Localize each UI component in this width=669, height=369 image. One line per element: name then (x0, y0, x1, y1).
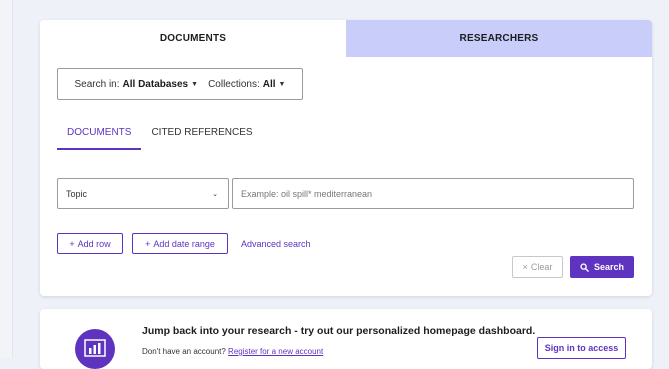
chevron-down-icon: ▼ (278, 80, 286, 88)
add-date-range-button[interactable]: + Add date range (132, 233, 228, 254)
dashboard-icon (75, 329, 115, 369)
sign-in-button[interactable]: Sign in to access (537, 337, 626, 359)
search-input[interactable] (232, 178, 634, 209)
dashboard-promo-banner: Jump back into your research - try out o… (40, 309, 652, 369)
search-icon (580, 262, 589, 272)
clear-label: Clear (530, 262, 553, 272)
tab-researchers[interactable]: RESEARCHERS (346, 20, 652, 57)
search-button[interactable]: Search (570, 256, 634, 278)
collections-label: Collections: (208, 78, 260, 90)
search-field-value: Topic (66, 188, 88, 199)
left-edge-panel (0, 0, 13, 358)
subtab-documents[interactable]: DOCUMENTS (57, 124, 142, 150)
chevron-down-icon: ⌄ (212, 190, 218, 198)
sub-tabs: DOCUMENTS CITED REFERENCES (57, 124, 263, 150)
subtab-cited-references[interactable]: CITED REFERENCES (141, 124, 262, 148)
collections-value: All (262, 78, 276, 90)
chevron-down-icon: ▼ (191, 80, 199, 88)
search-card: DOCUMENTS RESEARCHERS Search in: All Dat… (40, 20, 652, 296)
collections-dropdown[interactable]: Collections: All ▼ (208, 79, 285, 90)
register-link[interactable]: Register for a new account (228, 347, 323, 356)
plus-icon: + (145, 238, 151, 249)
search-in-label: Search in: (74, 78, 120, 90)
add-row-button[interactable]: + Add row (57, 233, 123, 254)
add-row-label: Add row (77, 238, 111, 249)
advanced-search-link[interactable]: Advanced search (241, 239, 311, 249)
search-field-select[interactable]: Topic ⌄ (57, 178, 229, 209)
promo-subtext: Don't have an account? Register for a ne… (142, 347, 323, 356)
clear-button[interactable]: × Clear (512, 256, 563, 278)
database-dropdown[interactable]: Search in: All Databases ▼ (75, 79, 199, 90)
search-in-selector: Search in: All Databases ▼ Collections: … (57, 68, 303, 100)
close-icon: × (522, 262, 528, 272)
promo-title: Jump back into your research - try out o… (142, 325, 536, 337)
top-tabs: DOCUMENTS RESEARCHERS (40, 20, 652, 57)
search-label: Search (593, 262, 625, 272)
tab-documents[interactable]: DOCUMENTS (40, 20, 346, 57)
plus-icon: + (69, 238, 75, 249)
add-date-range-label: Add date range (153, 238, 215, 249)
database-value: All Databases (122, 78, 189, 90)
no-account-text: Don't have an account? (142, 347, 226, 356)
